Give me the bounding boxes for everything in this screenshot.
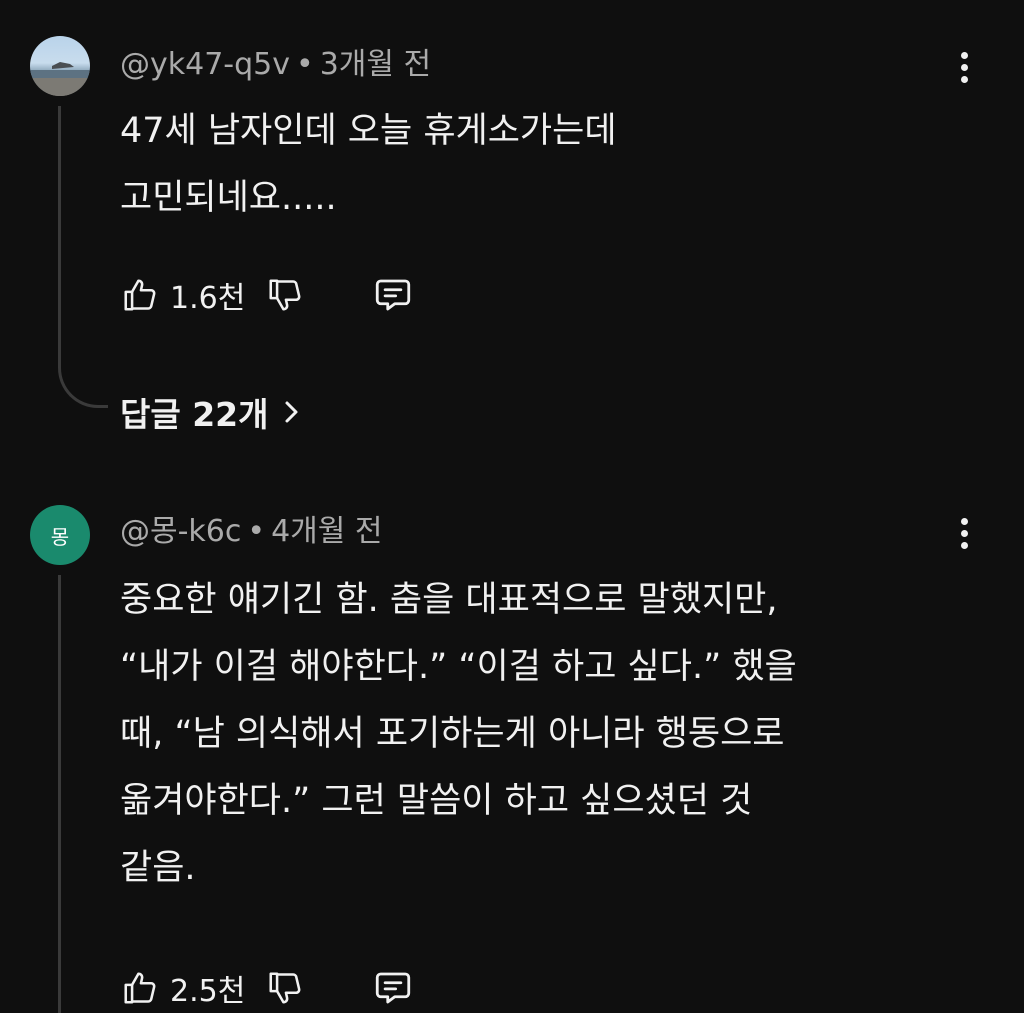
comment-line: 때, “남 의식해서 포기하는게 아니라 행동으로 (120, 714, 785, 754)
reply-icon[interactable] (371, 966, 415, 1010)
more-vert-icon[interactable] (944, 513, 984, 553)
avatar-letter: 몽 (50, 524, 70, 549)
thumbs-up-icon[interactable] (118, 966, 162, 1010)
comment-line: 중요한 얘기긴 함. 춤을 대표적으로 말했지만, (120, 580, 778, 620)
like-count: 2.5천 (170, 974, 246, 1009)
author-name[interactable]: @몽-k6c (120, 514, 241, 549)
user-avatar[interactable]: 몽 (30, 505, 90, 565)
comment-line: 옮겨야한다.” 그런 말씀이 하고 싶으셨던 것 (120, 781, 753, 821)
comment-2: 몽 @몽-k6c • 4개월 전 중요한 얘기긴 함. 춤을 대표적으로 말했지만,… (0, 0, 1024, 1013)
comment-line: “내가 이걸 해야한다.” “이걸 하고 싶다.” 했을 (120, 647, 797, 687)
comment-actions: 2.5천 (118, 964, 415, 1012)
thread-line (58, 575, 61, 1013)
comment-text: 중요한 얘기긴 함. 춤을 대표적으로 말했지만, “내가 이걸 해야한다.” … (120, 567, 797, 902)
comment-line: 같음. (120, 848, 196, 888)
comment-time: 4개월 전 (271, 514, 383, 549)
comment-meta: @몽-k6c • 4개월 전 (120, 512, 383, 552)
thumbs-down-icon[interactable] (263, 966, 307, 1010)
meta-separator: • (247, 514, 266, 549)
